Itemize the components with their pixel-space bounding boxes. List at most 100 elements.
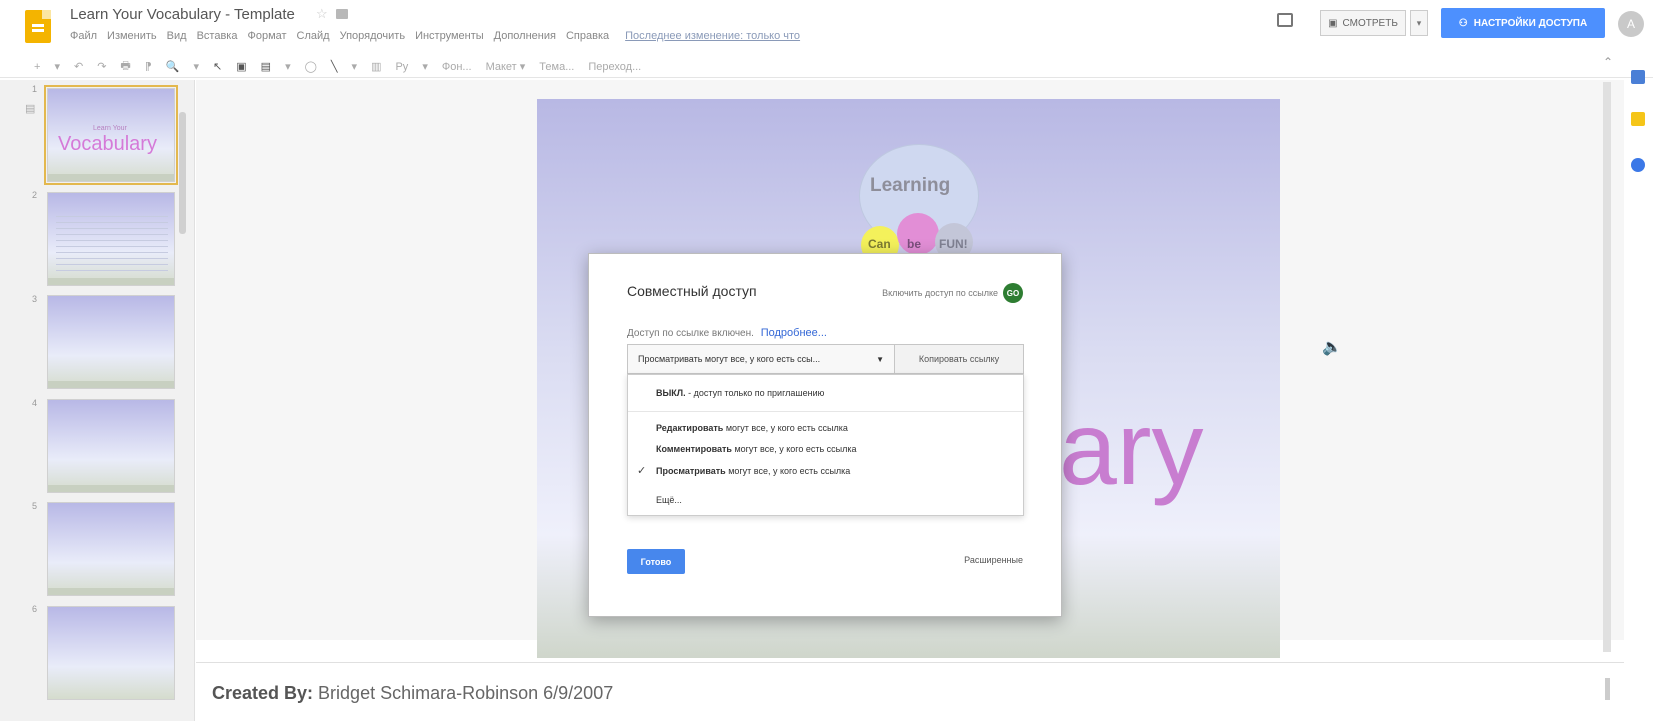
menu-help[interactable]: Справка [566, 30, 609, 42]
link-go-icon[interactable]: GO [1003, 283, 1023, 303]
speaker-icon[interactable]: 🔈 [1322, 337, 1342, 357]
redo-icon[interactable]: ↷ [97, 60, 106, 73]
zoom-icon[interactable]: 🔍 [166, 60, 180, 73]
link-sharing-toggle[interactable]: Включить доступ по ссылке GO [882, 283, 1023, 303]
paint-format-icon[interactable]: ⁋ [145, 60, 152, 73]
print-icon[interactable]: 🖶 [120, 57, 130, 76]
share-dialog: Совместный доступ Включить доступ по ссы… [588, 253, 1062, 617]
slide-filmstrip: ▤ 1 Learn Your Vocabulary 2 3 4 5 6 [0, 80, 195, 721]
menu-view[interactable]: Вид [167, 30, 187, 42]
shape-icon[interactable]: ◯ [305, 60, 317, 73]
slide-thumbnail-2[interactable] [47, 192, 175, 286]
slide-number: 6 [32, 604, 38, 614]
copy-link-button[interactable]: Копировать ссылку [894, 344, 1024, 374]
new-slide-dropdown-icon[interactable]: ▾ [54, 60, 60, 73]
theme-button[interactable]: Тема... [539, 61, 574, 73]
background-button[interactable]: Фон... [442, 61, 472, 73]
line-icon[interactable]: ╲ [331, 60, 338, 73]
slide-number: 3 [32, 294, 38, 304]
menu-item-edit[interactable]: Редактировать могут все, у кого есть ссы… [656, 423, 848, 433]
check-icon: ✓ [637, 465, 647, 477]
filmstrip-scrollbar[interactable] [179, 112, 186, 234]
zoom-dropdown-icon[interactable]: ▾ [194, 60, 200, 73]
tasks-icon[interactable] [1631, 158, 1645, 172]
menu-item-view[interactable]: Просматривать могут все, у кого есть ссы… [656, 466, 850, 476]
share-button[interactable]: ⚇ НАСТРОЙКИ ДОСТУПА [1441, 8, 1605, 38]
permission-select[interactable]: Просматривать могут все, у кого есть ссы… [627, 344, 895, 374]
comment-add-icon[interactable]: ▥ [371, 60, 381, 73]
dialog-title: Совместный доступ [627, 283, 757, 299]
slide-thumbnail-4[interactable] [47, 399, 175, 493]
present-dropdown-button[interactable]: ▾ [1410, 10, 1428, 36]
input-tools-icon[interactable]: Ру [395, 61, 408, 73]
star-icon[interactable]: ☆ [316, 6, 328, 22]
speaker-notes[interactable]: Created By: Bridget Schimara-Robinson 6/… [196, 662, 1624, 721]
person-add-icon: ⚇ [1458, 17, 1468, 29]
image-icon[interactable]: ▤ [261, 60, 271, 73]
link-sharing-label: Включить доступ по ссылке [882, 288, 998, 298]
side-panel [1624, 60, 1653, 660]
learning-text: Learning [870, 175, 951, 196]
slide-thumbnail-6[interactable] [47, 606, 175, 700]
slide-thumbnail-1[interactable]: Learn Your Vocabulary [44, 85, 178, 185]
chevron-down-icon: ▼ [876, 354, 884, 364]
toolbar: + ▾ ↶ ↷ 🖶 ⁋ 🔍 ▾ ↖ ▣ ▤ ▾ ◯ ╲ ▾ ▥ Ру ▾ Фон… [0, 52, 1653, 78]
menu-addons[interactable]: Дополнения [494, 30, 556, 42]
last-edit-link[interactable]: Последнее изменение: только что [625, 30, 800, 42]
fun-text: FUN! [939, 237, 968, 251]
present-label: СМОТРЕТЬ [1342, 17, 1398, 29]
done-button[interactable]: Готово [627, 549, 685, 574]
slide-thumbnail-5[interactable] [47, 502, 175, 596]
notes-text: Created By: Bridget Schimara-Robinson 6/… [212, 683, 613, 704]
image-dropdown-icon[interactable]: ▾ [285, 60, 291, 73]
menu-item-comment[interactable]: Комментировать могут все, у кого есть сс… [656, 444, 857, 454]
undo-icon[interactable]: ↶ [74, 60, 83, 73]
vocabulary-title-fragment: ary [1059, 391, 1204, 507]
present-icon: ▣ [1328, 17, 1338, 29]
advanced-link[interactable]: Расширенные [964, 555, 1023, 565]
can-text: Can [868, 237, 891, 251]
permission-menu: ВЫКЛ. - доступ только по приглашению Ред… [627, 374, 1024, 516]
textbox-icon[interactable]: ▣ [236, 60, 246, 73]
app-header: Learn Your Vocabulary - Template ☆ Файл … [0, 0, 1653, 52]
calendar-icon[interactable] [1631, 70, 1645, 84]
transition-button[interactable]: Переход... [588, 61, 641, 73]
menu-insert[interactable]: Вставка [197, 30, 238, 42]
collapse-menu-icon[interactable]: ⌃ [1603, 55, 1613, 69]
menu-arrange[interactable]: Упорядочить [340, 30, 405, 42]
notes-scrollbar[interactable] [1605, 678, 1610, 700]
learn-more-link[interactable]: Подробнее... [761, 327, 827, 339]
avatar[interactable]: A [1618, 11, 1644, 37]
menu-tools[interactable]: Инструменты [415, 30, 484, 42]
access-status: Доступ по ссылке включен. Подробнее... [627, 327, 827, 339]
canvas-scrollbar[interactable] [1603, 82, 1611, 652]
menu-edit[interactable]: Изменить [107, 30, 157, 42]
select-icon[interactable]: ↖ [213, 60, 222, 73]
line-dropdown-icon[interactable]: ▾ [352, 60, 358, 73]
input-tools-dropdown-icon[interactable]: ▾ [422, 60, 428, 73]
comments-icon[interactable] [1277, 13, 1293, 27]
menu-file[interactable]: Файл [70, 30, 97, 42]
thumb-vocabulary: Vocabulary [58, 133, 157, 155]
layout-button[interactable]: Макет ▾ [486, 60, 526, 73]
thumb-learn-your: Learn Your [93, 125, 127, 132]
share-label: НАСТРОЙКИ ДОСТУПА [1473, 17, 1588, 29]
be-text: be [907, 237, 922, 251]
film-grid-icon[interactable]: ▤ [25, 102, 35, 115]
menu-format[interactable]: Формат [247, 30, 286, 42]
access-status-text: Доступ по ссылке включен. [627, 328, 754, 339]
document-title[interactable]: Learn Your Vocabulary - Template [70, 6, 295, 23]
slide-number: 5 [32, 501, 38, 511]
folder-icon[interactable] [336, 9, 348, 19]
menu-slide[interactable]: Слайд [297, 30, 330, 42]
menu-item-more[interactable]: Ещё... [656, 495, 682, 505]
menu-item-off[interactable]: ВЫКЛ. - доступ только по приглашению [656, 388, 824, 398]
new-slide-icon[interactable]: + [34, 61, 40, 73]
slide-number: 2 [32, 190, 38, 200]
slide-thumbnail-3[interactable] [47, 295, 175, 389]
slides-app-icon[interactable] [25, 10, 51, 43]
present-button[interactable]: ▣ СМОТРЕТЬ [1320, 10, 1406, 36]
notes-label: Created By: [212, 683, 314, 703]
keep-icon[interactable] [1631, 112, 1645, 126]
permission-selected-value: Просматривать могут все, у кого есть ссы… [638, 354, 821, 364]
